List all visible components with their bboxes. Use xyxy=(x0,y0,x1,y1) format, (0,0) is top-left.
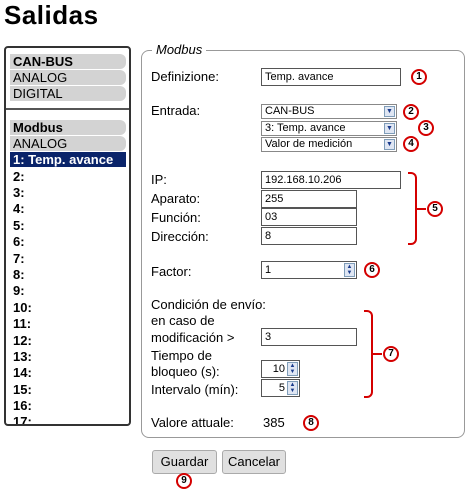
valore-label: Valore attuale: xyxy=(151,415,234,430)
entrada-label: Entrada: xyxy=(151,103,201,118)
output-item-4[interactable]: 4: xyxy=(10,201,25,216)
output-item-1[interactable]: 1: Temp. avance xyxy=(10,152,126,167)
output-item-8[interactable]: 8: xyxy=(10,267,25,282)
callout-badge-1: 1 xyxy=(411,69,427,85)
output-item-13[interactable]: 13: xyxy=(10,349,32,364)
factor-input[interactable]: 1 ▲ ▼ xyxy=(261,261,357,279)
output-item-5[interactable]: 5: xyxy=(10,218,25,233)
group-analog[interactable]: ANALOG xyxy=(10,70,126,85)
funcion-input[interactable]: 03 xyxy=(261,208,357,226)
callout-badge-4: 4 xyxy=(403,136,419,152)
factor-value: 1 xyxy=(265,264,272,276)
tiempo-input[interactable]: 10 ▲ ▼ xyxy=(261,360,300,378)
guardar-button[interactable]: Guardar xyxy=(152,450,217,474)
chevron-down-icon[interactable]: ▼ xyxy=(384,123,395,134)
fieldset-legend: Modbus xyxy=(152,42,207,57)
valore-value: 385 xyxy=(263,415,285,430)
output-item-2[interactable]: 2: xyxy=(10,169,25,184)
factor-label: Factor: xyxy=(151,264,192,279)
bracket-7-tick xyxy=(373,353,382,355)
output-item-14[interactable]: 14: xyxy=(10,365,32,380)
entrada-output-value: 3: Temp. avance xyxy=(265,122,346,134)
group-digital[interactable]: DIGITAL xyxy=(10,86,126,101)
spinner-arrows-icon[interactable]: ▲ ▼ xyxy=(287,381,298,395)
group-can-bus[interactable]: CAN-BUS xyxy=(10,54,126,69)
intervalo-value: 5 xyxy=(278,382,285,394)
output-item-11[interactable]: 11: xyxy=(10,316,31,331)
entrada-source-select[interactable]: CAN-BUS ▼ xyxy=(261,104,397,119)
chevron-down-icon[interactable]: ▼ xyxy=(384,139,395,150)
funcion-label: Función: xyxy=(151,210,201,225)
callout-badge-3: 3 xyxy=(418,120,434,136)
ip-input[interactable]: 192.168.10.206 xyxy=(261,171,401,189)
definizione-label: Definizione: xyxy=(151,69,219,84)
entrada-output-select[interactable]: 3: Temp. avance ▼ xyxy=(261,121,397,136)
intervalo-input[interactable]: 5 ▲ ▼ xyxy=(261,379,300,397)
intervalo-label: Intervalo (mín): xyxy=(151,382,239,397)
aparato-label: Aparato: xyxy=(151,191,201,206)
spinner-arrows-icon[interactable]: ▲ ▼ xyxy=(287,362,298,376)
tiempo-label-line1: Tiempo de xyxy=(151,348,212,363)
spinner-arrows-icon[interactable]: ▲ ▼ xyxy=(344,263,355,277)
cancelar-button[interactable]: Cancelar xyxy=(222,450,286,474)
ip-label: IP: xyxy=(151,172,167,187)
direccion-input[interactable]: 8 xyxy=(261,227,357,245)
group-modbus-analog[interactable]: ANALOG xyxy=(10,136,126,151)
direccion-label: Dirección: xyxy=(151,229,209,244)
output-item-12[interactable]: 12: xyxy=(10,333,32,348)
output-item-7[interactable]: 7: xyxy=(10,251,25,266)
output-item-3[interactable]: 3: xyxy=(10,185,25,200)
callout-badge-8: 8 xyxy=(303,415,319,431)
aparato-input[interactable]: 255 xyxy=(261,190,357,208)
page-title: Salidas xyxy=(4,0,99,30)
output-list-panel: CAN-BUS ANALOG DIGITAL Modbus ANALOG 1: … xyxy=(4,46,131,426)
entrada-type-value: Valor de medición xyxy=(265,138,353,150)
modificacion-input[interactable]: 3 xyxy=(261,328,357,346)
output-item-16[interactable]: 16: xyxy=(10,398,32,413)
output-item-10[interactable]: 10: xyxy=(10,300,32,315)
callout-badge-9: 9 xyxy=(176,473,192,489)
callout-badge-6: 6 xyxy=(364,262,380,278)
tiempo-label-line2: bloqueo (s): xyxy=(151,364,220,379)
definizione-input[interactable]: Temp. avance xyxy=(261,68,401,86)
bracket-7 xyxy=(364,310,373,398)
bracket-5 xyxy=(408,172,417,245)
chevron-down-icon[interactable]: ▼ xyxy=(384,106,395,117)
bracket-5-tick xyxy=(417,208,426,210)
output-item-17[interactable]: 17: xyxy=(10,414,32,424)
callout-badge-7: 7 xyxy=(383,346,399,362)
tiempo-value: 10 xyxy=(272,363,285,375)
condicion-label: Condición de envío: xyxy=(151,297,266,312)
callout-badge-5: 5 xyxy=(427,201,443,217)
callout-badge-2: 2 xyxy=(403,104,419,120)
entrada-type-select[interactable]: Valor de medición ▼ xyxy=(261,137,397,152)
entrada-source-value: CAN-BUS xyxy=(265,105,315,117)
group-modbus[interactable]: Modbus xyxy=(10,120,126,135)
en-caso-label: en caso de xyxy=(151,313,215,328)
divider xyxy=(6,108,129,110)
output-item-6[interactable]: 6: xyxy=(10,234,25,249)
output-item-9[interactable]: 9: xyxy=(10,283,25,298)
modificacion-label: modificación > xyxy=(151,330,235,345)
output-item-15[interactable]: 15: xyxy=(10,382,32,397)
